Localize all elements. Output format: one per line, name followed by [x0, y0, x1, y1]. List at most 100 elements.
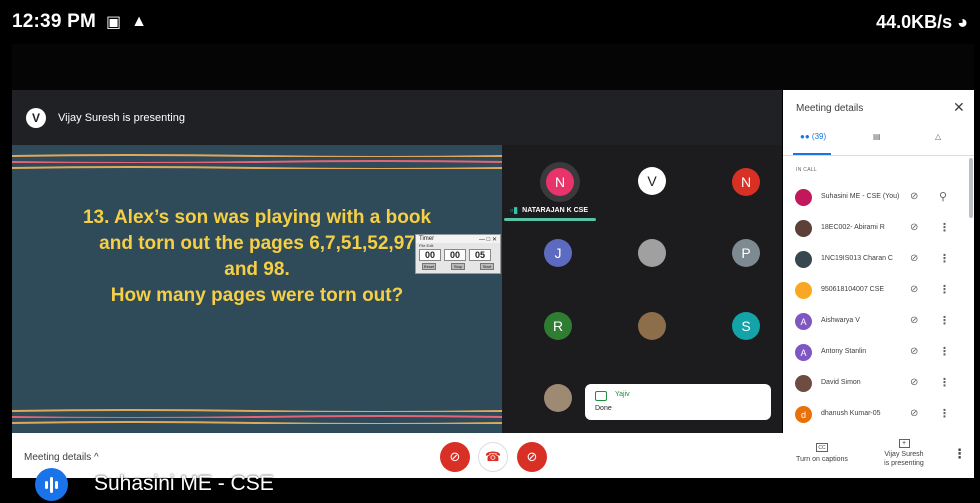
mic-off-icon[interactable]: ⊘ — [910, 315, 918, 326]
timer-hours[interactable]: 00 — [419, 249, 441, 261]
more-vert-icon[interactable]: ⋮ — [939, 221, 950, 234]
in-call-label: IN CALL — [796, 167, 817, 173]
present-icon: + — [898, 439, 910, 448]
people-count: (39) — [811, 132, 827, 141]
participant-avatar[interactable]: S — [732, 312, 760, 340]
speaking-icon: ▫▮ — [510, 205, 519, 215]
mic-off-icon: ⊘ — [449, 449, 461, 464]
participant-avatar[interactable]: V — [638, 167, 666, 195]
present-button[interactable]: + Vijay Suresh is presenting — [872, 439, 936, 468]
question-line: How many pages were torn out? — [110, 285, 404, 306]
participant-photo-avatar[interactable] — [638, 312, 666, 340]
cast-icon: ▣ — [105, 14, 122, 31]
captions-label: Turn on captions — [796, 456, 848, 463]
more-vert-icon[interactable]: ⋮ — [939, 314, 950, 327]
participant-row[interactable]: 1NC19IS013 Charan C ⊘ ⋮ — [783, 246, 968, 274]
participant-avatar[interactable]: J — [544, 239, 572, 267]
network-speed-text: 44.0KB/s — [876, 12, 953, 32]
audio-level-icon — [35, 468, 68, 501]
warning-icon: ▲ — [131, 13, 147, 30]
panel-tabs: ●● (39) ▤ △ — [783, 128, 974, 156]
activities-icon: △ — [935, 132, 942, 141]
participant-row[interactable]: David Simon ⊘ ⋮ — [783, 370, 968, 398]
participant-list-avatar — [795, 189, 812, 206]
pin-icon[interactable]: ⚲ — [939, 190, 947, 203]
mic-off-icon[interactable]: ⊘ — [910, 284, 918, 295]
mic-off-icon[interactable]: ⊘ — [910, 408, 918, 419]
slide-stripe-bottom-3 — [12, 421, 502, 424]
mic-off-icon[interactable]: ⊘ — [910, 222, 918, 233]
present-label-1: Vijay Suresh — [884, 451, 924, 458]
timer-digits: 00 00 05 — [416, 248, 500, 262]
chat-tab-icon: ▤ — [873, 132, 881, 141]
participant-name: 950618104007 CSE — [821, 286, 885, 293]
timer-window-controls[interactable]: — □ ✕ — [479, 236, 497, 243]
participant-list-avatar: A — [795, 344, 812, 361]
meeting-details-panel: Meeting details ✕ ●● (39) ▤ △ IN CALL Su… — [783, 90, 974, 433]
participant-row[interactable]: A Aishwarya V ⊘ ⋮ — [783, 308, 968, 336]
wifi-icon: ◕ — [957, 12, 968, 32]
timer-widget[interactable]: Timer — □ ✕ File Edit 00 00 05 Reset Stop… — [415, 234, 501, 274]
chat-icon — [595, 391, 607, 401]
participant-row[interactable]: 950618104007 CSE ⊘ ⋮ — [783, 277, 968, 305]
timer-minutes[interactable]: 00 — [444, 249, 466, 261]
presenter-text: Vijay Suresh is presenting — [58, 111, 185, 124]
overlay-name: Suhasini ME - CSE — [94, 472, 274, 495]
presenter-avatar: V — [26, 107, 46, 128]
slide-stripe-bottom-2 — [12, 415, 502, 418]
tab-chat[interactable]: ▤ — [873, 132, 881, 141]
meeting-area: V Vijay Suresh is presenting 13. Alex’s … — [12, 90, 782, 433]
mic-off-icon[interactable]: ⊘ — [910, 377, 918, 388]
status-time: 12:39 PM — [12, 11, 96, 32]
participant-list-avatar — [795, 251, 812, 268]
participant-photo-avatar[interactable] — [638, 239, 666, 267]
participant-avatar[interactable]: N — [732, 168, 760, 196]
people-icon: ●● — [800, 132, 810, 141]
timer-titlebar[interactable]: Timer — □ ✕ — [416, 235, 500, 243]
more-vert-icon[interactable]: ⋮ — [939, 283, 950, 296]
meeting-details-button[interactable]: Meeting details ^ — [24, 452, 99, 463]
participant-row[interactable]: Suhasini ME - CSE (You) ⊘ ⚲ — [783, 184, 968, 212]
more-vert-icon[interactable]: ⋮ — [939, 252, 950, 265]
participant-row[interactable]: d dhanush Kumar-05 ⊘ ⋮ — [783, 401, 968, 429]
slide-stripe-bottom-1 — [12, 409, 502, 412]
tab-activities[interactable]: △ — [935, 132, 941, 141]
more-options-icon[interactable]: ⋮ — [953, 446, 966, 462]
more-vert-icon[interactable]: ⋮ — [939, 407, 950, 420]
tab-people[interactable]: ●● (39) — [800, 132, 826, 141]
timer-start-button[interactable]: Start — [480, 263, 494, 270]
participant-name: dhanush Kumar-05 — [821, 410, 881, 417]
active-tab-indicator — [793, 153, 831, 155]
panel-title: Meeting details — [796, 103, 864, 114]
close-icon[interactable]: ✕ — [953, 99, 965, 116]
more-vert-icon[interactable]: ⋮ — [939, 345, 950, 358]
mic-off-icon[interactable]: ⊘ — [910, 191, 918, 202]
participant-list-avatar: A — [795, 313, 812, 330]
participant-avatar[interactable]: P — [732, 239, 760, 267]
timer-stop-button[interactable]: Stop — [451, 263, 465, 270]
participant-row[interactable]: 18EC002- Abirami R ⊘ ⋮ — [783, 215, 968, 243]
participant-row[interactable]: A Antony Stanlin ⊘ ⋮ — [783, 339, 968, 367]
timer-reset-button[interactable]: Reset — [422, 263, 436, 270]
participant-avatar[interactable]: R — [544, 312, 572, 340]
captions-icon: CC — [816, 443, 828, 452]
participant-photo-avatar[interactable] — [544, 384, 572, 412]
more-vert-icon[interactable]: ⋮ — [939, 376, 950, 389]
participant-name: Aishwarya V — [821, 317, 860, 324]
captions-button[interactable]: CC Turn on captions — [790, 443, 854, 463]
chat-sender: Yajiv — [615, 391, 630, 398]
participant-name: Antony Stanlin — [821, 348, 867, 355]
timer-seconds[interactable]: 05 — [469, 249, 491, 261]
chat-notification[interactable]: Yajiv Done — [585, 384, 771, 420]
mic-off-icon[interactable]: ⊘ — [910, 346, 918, 357]
participant-name: David Simon — [821, 379, 861, 386]
participant-list-avatar — [795, 375, 812, 392]
participant-list-avatar — [795, 282, 812, 299]
mic-off-icon[interactable]: ⊘ — [910, 253, 918, 264]
top-black-band — [12, 44, 974, 90]
slide-stripe-top-3 — [12, 166, 502, 169]
panel-scrollbar[interactable] — [969, 158, 973, 218]
participant-avatar[interactable]: N — [546, 168, 574, 196]
chat-message: Done — [595, 405, 612, 412]
camera-off-icon: ⊘ — [526, 449, 538, 464]
